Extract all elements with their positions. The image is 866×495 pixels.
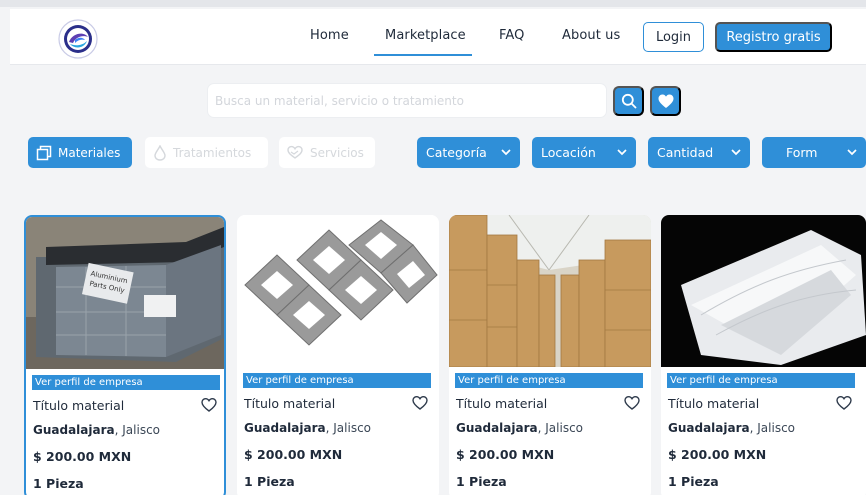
product-card[interactable]: Ver perfil de empresa Título material Gu… [449,215,651,495]
chevron-down-icon [731,149,741,156]
copy-icon [36,145,52,160]
location-city: Guadalajara [456,421,538,435]
dropdown-cantidad[interactable]: Cantidad [648,137,750,168]
filter-materiales-label: Materiales [58,145,121,160]
product-image[interactable] [449,215,651,367]
product-image[interactable]: Aluminium Parts Only [26,217,224,369]
price-currency: MXN [733,447,767,462]
product-title[interactable]: Título material [244,396,335,411]
window-top-edge [0,0,866,7]
company-profile-link[interactable]: Ver perfil de empresa [32,375,220,390]
price-amount: $ 200.00 [244,447,306,462]
location-city: Guadalajara [668,421,750,435]
dropdown-locacion[interactable]: Locación [532,137,636,168]
dropdown-categoria[interactable]: Categoría [417,137,520,168]
location-state: , Jalisco [114,423,161,437]
favorite-heart-icon[interactable] [624,395,640,411]
chevron-down-icon [617,149,627,156]
chevron-down-icon [847,149,857,156]
filter-servicios-label: Servicios [310,145,364,160]
product-price: $ 200.00 MXN [33,449,131,464]
product-title[interactable]: Título material [456,396,547,411]
top-navbar: Home Marketplace FAQ About us Login Regi… [10,9,866,65]
product-location: Guadalajara, Jalisco [33,423,160,437]
product-quantity: 1 Pieza [456,474,507,489]
product-price: $ 200.00 MXN [244,447,342,462]
price-amount: $ 200.00 [33,449,95,464]
company-profile-link[interactable]: Ver perfil de empresa [243,373,431,388]
heart-icon [658,94,673,108]
location-state: , Jalisco [537,421,584,435]
dropdown-categoria-label: Categoría [426,145,487,160]
product-title[interactable]: Título material [33,398,124,413]
active-tab-indicator [374,54,472,56]
search-button[interactable] [613,86,644,116]
nav-home[interactable]: Home [310,28,349,43]
favorite-heart-icon[interactable] [836,395,852,411]
chevron-down-icon [501,149,511,156]
location-city: Guadalajara [244,421,326,435]
product-card[interactable]: Ver perfil de empresa Título material Gu… [237,215,439,495]
dropdown-locacion-label: Locación [541,145,596,160]
product-quantity: 1 Pieza [244,474,295,489]
price-currency: MXN [309,447,343,462]
product-card[interactable]: Aluminium Parts Only Ver perfil de empre… [24,215,226,495]
nav-about-us[interactable]: About us [562,28,620,43]
filter-materiales[interactable]: Materiales [28,137,132,168]
filter-tratamientos-label: Tratamientos [173,145,252,160]
price-amount: $ 200.00 [456,447,518,462]
product-card[interactable]: Ver perfil de empresa Título material Gu… [661,215,866,495]
favorites-button[interactable] [650,86,681,116]
search-icon [621,93,636,109]
filter-tratamientos[interactable]: Tratamientos [145,137,268,168]
product-location: Guadalajara, Jalisco [668,421,795,435]
price-currency: MXN [521,447,555,462]
filter-servicios[interactable]: Servicios [279,137,375,168]
dropdown-cantidad-label: Cantidad [657,145,714,160]
location-state: , Jalisco [325,421,372,435]
nav-marketplace[interactable]: Marketplace [385,28,466,43]
product-quantity: 1 Pieza [668,474,719,489]
price-amount: $ 200.00 [668,447,730,462]
dropdown-form[interactable]: Form [762,137,866,168]
dropdown-form-label: Form [786,145,818,160]
favorite-heart-icon[interactable] [201,397,217,413]
heart-hand-icon [287,145,303,159]
location-city: Guadalajara [33,423,115,437]
favorite-heart-icon[interactable] [412,395,428,411]
register-button[interactable]: Registro gratis [715,22,832,52]
product-price: $ 200.00 MXN [668,447,766,462]
product-price: $ 200.00 MXN [456,447,554,462]
login-button[interactable]: Login [643,22,704,52]
company-profile-link[interactable]: Ver perfil de empresa [455,373,643,388]
product-image[interactable] [237,215,439,367]
nav-faq[interactable]: FAQ [499,28,524,43]
product-location: Guadalajara, Jalisco [456,421,583,435]
product-location: Guadalajara, Jalisco [244,421,371,435]
company-profile-link[interactable]: Ver perfil de empresa [667,373,855,388]
product-quantity: 1 Pieza [33,476,84,491]
search-input[interactable] [207,83,607,118]
drop-icon [154,144,166,161]
location-state: , Jalisco [749,421,796,435]
product-image[interactable] [661,215,866,367]
company-logo[interactable] [57,19,99,59]
product-title[interactable]: Título material [668,396,759,411]
price-currency: MXN [98,449,132,464]
